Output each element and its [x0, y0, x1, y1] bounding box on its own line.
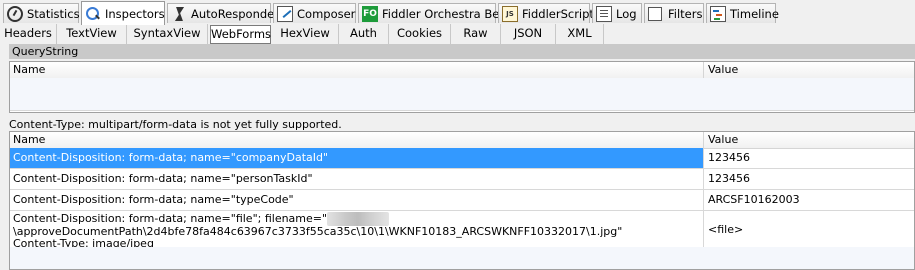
subtab-hexview[interactable]: HexView: [272, 24, 339, 44]
column-header-value[interactable]: Value: [704, 62, 914, 78]
fo-icon: FO: [362, 5, 378, 22]
request-inspector-subtabs: Headers TextView SyntaxView WebForms Hex…: [0, 24, 915, 44]
tab-label: Log: [616, 6, 637, 21]
row-value: 123456: [708, 151, 750, 164]
content-type-notice: Content-Type: multipart/form-data is not…: [9, 118, 342, 131]
tab-label: Timeline: [730, 6, 779, 21]
tab-label: Statistics: [27, 6, 80, 21]
tab-inspectors[interactable]: Inspectors: [81, 1, 165, 25]
tab-filters[interactable]: Filters: [644, 3, 704, 23]
tab-fiddler-orchestra-beta[interactable]: FO Fiddler Orchestra Beta: [358, 3, 511, 23]
row-value: 123456: [708, 172, 750, 185]
subtab-xml[interactable]: XML: [556, 24, 604, 44]
row-name: Content-Disposition: form-data; name="co…: [10, 148, 704, 168]
stopwatch-icon: [7, 5, 23, 22]
tab-label: AutoResponder: [191, 6, 279, 21]
row-name-line: Content-Disposition: form-data; name="fi…: [13, 212, 328, 225]
tab-statistics[interactable]: Statistics: [3, 3, 80, 23]
column-header-name[interactable]: Name: [10, 62, 704, 78]
column-header-name[interactable]: Name: [10, 132, 704, 148]
subtab-auth[interactable]: Auth: [339, 24, 389, 44]
querystring-empty-area: [10, 78, 914, 111]
pencil-icon: [277, 5, 293, 22]
redacted-filename: [327, 212, 390, 226]
row-name: Content-Disposition: form-data; name="fi…: [10, 211, 704, 249]
lightning-icon: [171, 6, 187, 22]
row-name: Content-Disposition: form-data; name="ty…: [10, 190, 704, 210]
table-row[interactable]: Content-Disposition: form-data; name="fi…: [10, 211, 914, 250]
tab-label: Filters: [668, 6, 703, 21]
table-row[interactable]: Content-Disposition: form-data; name="co…: [10, 148, 914, 169]
row-value: <file>: [708, 223, 744, 236]
column-header-value[interactable]: Value: [704, 132, 914, 148]
subtab-json[interactable]: JSON: [501, 24, 556, 44]
tab-label: FiddlerScript: [522, 6, 594, 21]
tab-label: Composer: [297, 6, 356, 21]
tab-composer[interactable]: Composer: [273, 3, 356, 23]
form-data-grid[interactable]: Name Value Content-Disposition: form-dat…: [9, 131, 915, 270]
tab-timeline[interactable]: Timeline: [706, 3, 779, 23]
grid-empty-area: [10, 247, 914, 269]
table-row[interactable]: Content-Disposition: form-data; name="pe…: [10, 169, 914, 190]
inspector-tab-strip: Statistics Inspectors AutoResponder Comp…: [0, 0, 915, 25]
querystring-header: Name Value: [10, 62, 914, 79]
row-name: Content-Disposition: form-data; name="pe…: [10, 169, 704, 189]
subtab-raw[interactable]: Raw: [451, 24, 501, 44]
checkbox-icon: [648, 6, 662, 21]
table-row[interactable]: Content-Disposition: form-data; name="ty…: [10, 190, 914, 211]
tab-fiddlerscript[interactable]: JS FiddlerScript: [498, 3, 594, 23]
timeline-icon: [710, 5, 726, 22]
subtab-cookies[interactable]: Cookies: [389, 24, 451, 44]
querystring-grid[interactable]: Name Value: [9, 61, 915, 113]
js-icon: JS: [502, 5, 518, 22]
querystring-caption: QueryString: [9, 44, 915, 59]
subtab-textview[interactable]: TextView: [57, 24, 127, 44]
subtab-webforms[interactable]: WebForms: [210, 25, 271, 44]
tab-autoresponder[interactable]: AutoResponder: [167, 3, 279, 23]
tab-label: Inspectors: [105, 6, 165, 21]
subtab-syntaxview[interactable]: SyntaxView: [127, 24, 208, 44]
tab-log[interactable]: Log: [592, 3, 642, 23]
tab-label: Fiddler Orchestra Beta: [382, 6, 511, 21]
log-icon: [596, 5, 612, 22]
subtab-headers[interactable]: Headers: [0, 24, 57, 44]
row-value: ARCSF10162003: [708, 193, 800, 206]
magnifier-icon: [85, 6, 101, 22]
form-data-header: Name Value: [10, 132, 914, 149]
